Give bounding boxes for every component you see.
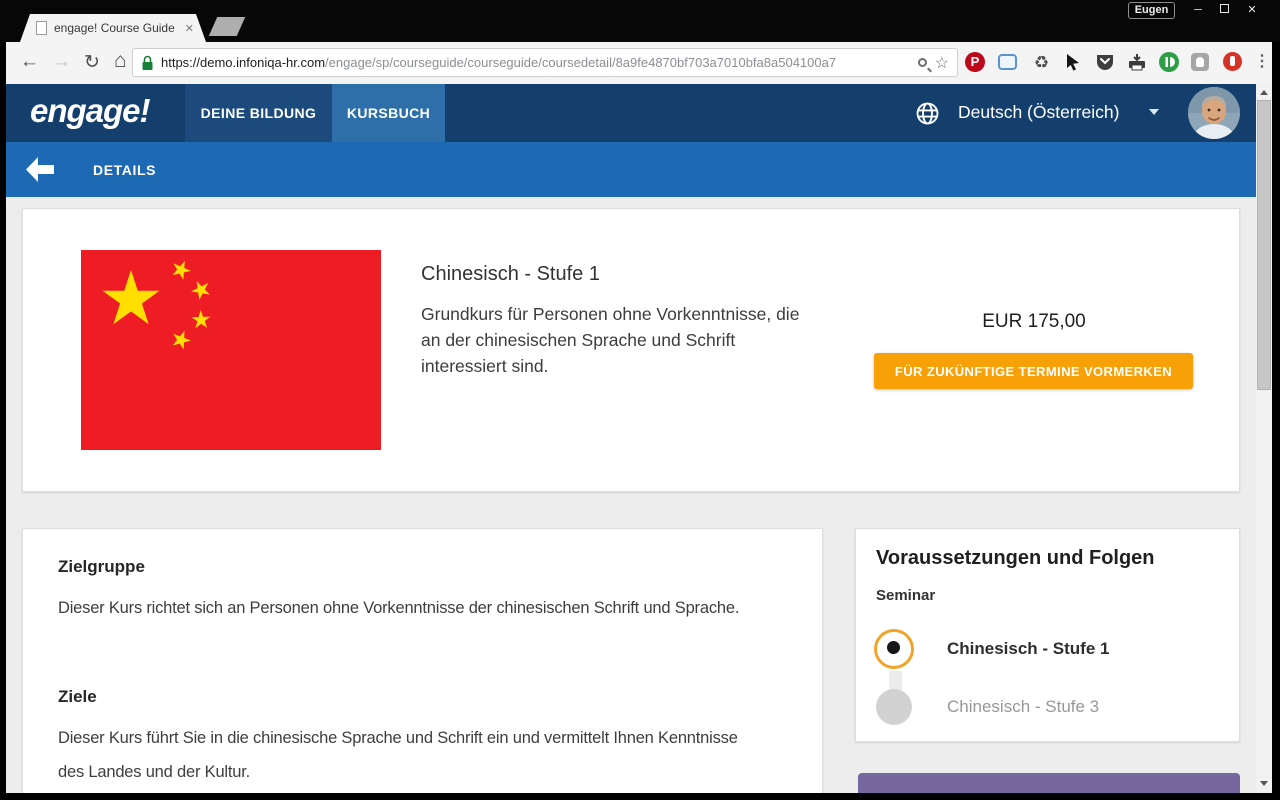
course-price: EUR 175,00 xyxy=(982,311,1086,332)
section-text: Dieser Kurs richtet sich an Personen ohn… xyxy=(58,599,740,617)
scrollbar-down-icon[interactable] xyxy=(1260,781,1268,786)
forward-icon: → xyxy=(52,51,71,72)
tab-label: KURSBUCH xyxy=(346,105,431,121)
radio-selected[interactable] xyxy=(874,629,914,669)
https-lock-icon xyxy=(142,55,153,70)
tab-label: DEINE BILDUNG xyxy=(200,105,317,121)
subnav-bar: DETAILS xyxy=(6,142,1272,197)
green-badge-extension-icon[interactable] xyxy=(1159,52,1180,73)
bookmark-star-icon[interactable]: ☆ xyxy=(935,53,949,73)
browser-toolbar: ← → ↻ ⌂ https://demo.infoniqa-hr.com/eng… xyxy=(6,42,1272,84)
scrollbar-up-icon[interactable] xyxy=(1260,90,1268,95)
chevron-down-icon[interactable] xyxy=(1149,109,1159,115)
tab-deine-bildung[interactable]: DEINE BILDUNG xyxy=(185,84,332,142)
ghostery-extension-icon[interactable] xyxy=(1191,52,1212,73)
subnav-title: DETAILS xyxy=(93,162,157,178)
scrollbar[interactable] xyxy=(1256,84,1272,793)
home-icon[interactable]: ⌂ xyxy=(114,49,127,73)
section-text: Dieser Kurs führt Sie in die chinesische… xyxy=(58,729,738,781)
browser-profile-button[interactable]: Eugen xyxy=(1128,2,1175,19)
globe-icon[interactable] xyxy=(914,100,941,127)
browser-tab[interactable]: engage! Course Guide ✕ xyxy=(20,14,206,42)
course-title: Chinesisch - Stufe 1 xyxy=(421,263,600,285)
page-favicon-icon xyxy=(36,21,47,35)
url-host: https://demo.infoniqa-hr.com xyxy=(161,55,326,70)
timeline-connector xyxy=(889,671,902,691)
prereq-item-label[interactable]: Chinesisch - Stufe 3 xyxy=(947,697,1099,717)
back-icon[interactable]: ← xyxy=(20,51,39,73)
recycle-extension-icon[interactable]: ♻ xyxy=(1031,52,1052,73)
cursor-off-extension-icon[interactable] xyxy=(1063,52,1084,73)
tab-kursbuch[interactable]: KURSBUCH xyxy=(332,84,445,142)
zoom-icon[interactable] xyxy=(917,58,927,67)
next-card-header xyxy=(858,773,1240,793)
pocket-extension-icon[interactable] xyxy=(1095,52,1116,73)
reload-icon[interactable]: ↻ xyxy=(84,51,100,74)
printer-extension-icon[interactable] xyxy=(1127,52,1148,73)
prereq-item-label[interactable]: Chinesisch - Stufe 1 xyxy=(947,639,1109,659)
china-flag-image xyxy=(81,250,381,450)
radio-dot xyxy=(887,641,900,654)
url-path: /engage/sp/courseguide/courseguide/cours… xyxy=(325,55,837,70)
stop-hand-extension-icon[interactable] xyxy=(1223,52,1244,73)
pinterest-extension-icon[interactable]: P xyxy=(965,52,986,73)
course-card: Chinesisch - Stufe 1 Grundkurs für Perso… xyxy=(22,208,1240,492)
engage-logo[interactable]: engage! xyxy=(30,92,151,130)
section-heading: Ziele xyxy=(58,687,97,706)
screenshot-extension-icon[interactable] xyxy=(998,52,1019,73)
new-tab-button[interactable] xyxy=(208,17,246,36)
screenshot-root: { "titlebar": { "user_button": "Eugen", … xyxy=(0,0,1280,800)
browser-menu-icon[interactable]: ⋮ xyxy=(1254,51,1270,71)
tab-title: engage! Course Guide xyxy=(54,21,175,35)
section-heading: Zielgruppe xyxy=(58,557,145,576)
app-navbar: engage! DEINE BILDUNG KURSBUCH Deutsch (… xyxy=(6,84,1272,142)
course-description: Grundkurs für Personen ohne Vorkenntniss… xyxy=(421,304,800,376)
radio-unselected[interactable] xyxy=(876,689,912,725)
page-viewport: engage! DEINE BILDUNG KURSBUCH Deutsch (… xyxy=(6,84,1272,793)
language-selector[interactable]: Deutsch (Österreich) xyxy=(958,102,1119,123)
address-bar[interactable]: https://demo.infoniqa-hr.com/engage/sp/c… xyxy=(132,48,958,77)
window-maximize-button[interactable] xyxy=(1212,1,1236,19)
prerequisites-subtitle: Seminar xyxy=(876,587,936,604)
prerequisites-card: Voraussetzungen und Folgen Seminar Chine… xyxy=(855,528,1240,742)
window-minimize-button[interactable]: ─ xyxy=(1186,1,1210,19)
window-titlebar: engage! Course Guide ✕ Eugen ─ ✕ xyxy=(0,0,1280,42)
window-close-button[interactable]: ✕ xyxy=(1240,1,1264,19)
scrollbar-thumb[interactable] xyxy=(1257,100,1271,390)
prerequisites-title: Voraussetzungen und Folgen xyxy=(876,547,1155,569)
course-info-card: Zielgruppe Dieser Kurs richtet sich an P… xyxy=(22,528,823,793)
tab-close-icon[interactable]: ✕ xyxy=(185,22,194,35)
reserve-button[interactable]: FÜR ZUKÜNFTIGE TERMINE VORMERKEN xyxy=(874,353,1193,389)
avatar[interactable] xyxy=(1188,87,1240,139)
back-arrow-icon[interactable] xyxy=(24,156,56,183)
